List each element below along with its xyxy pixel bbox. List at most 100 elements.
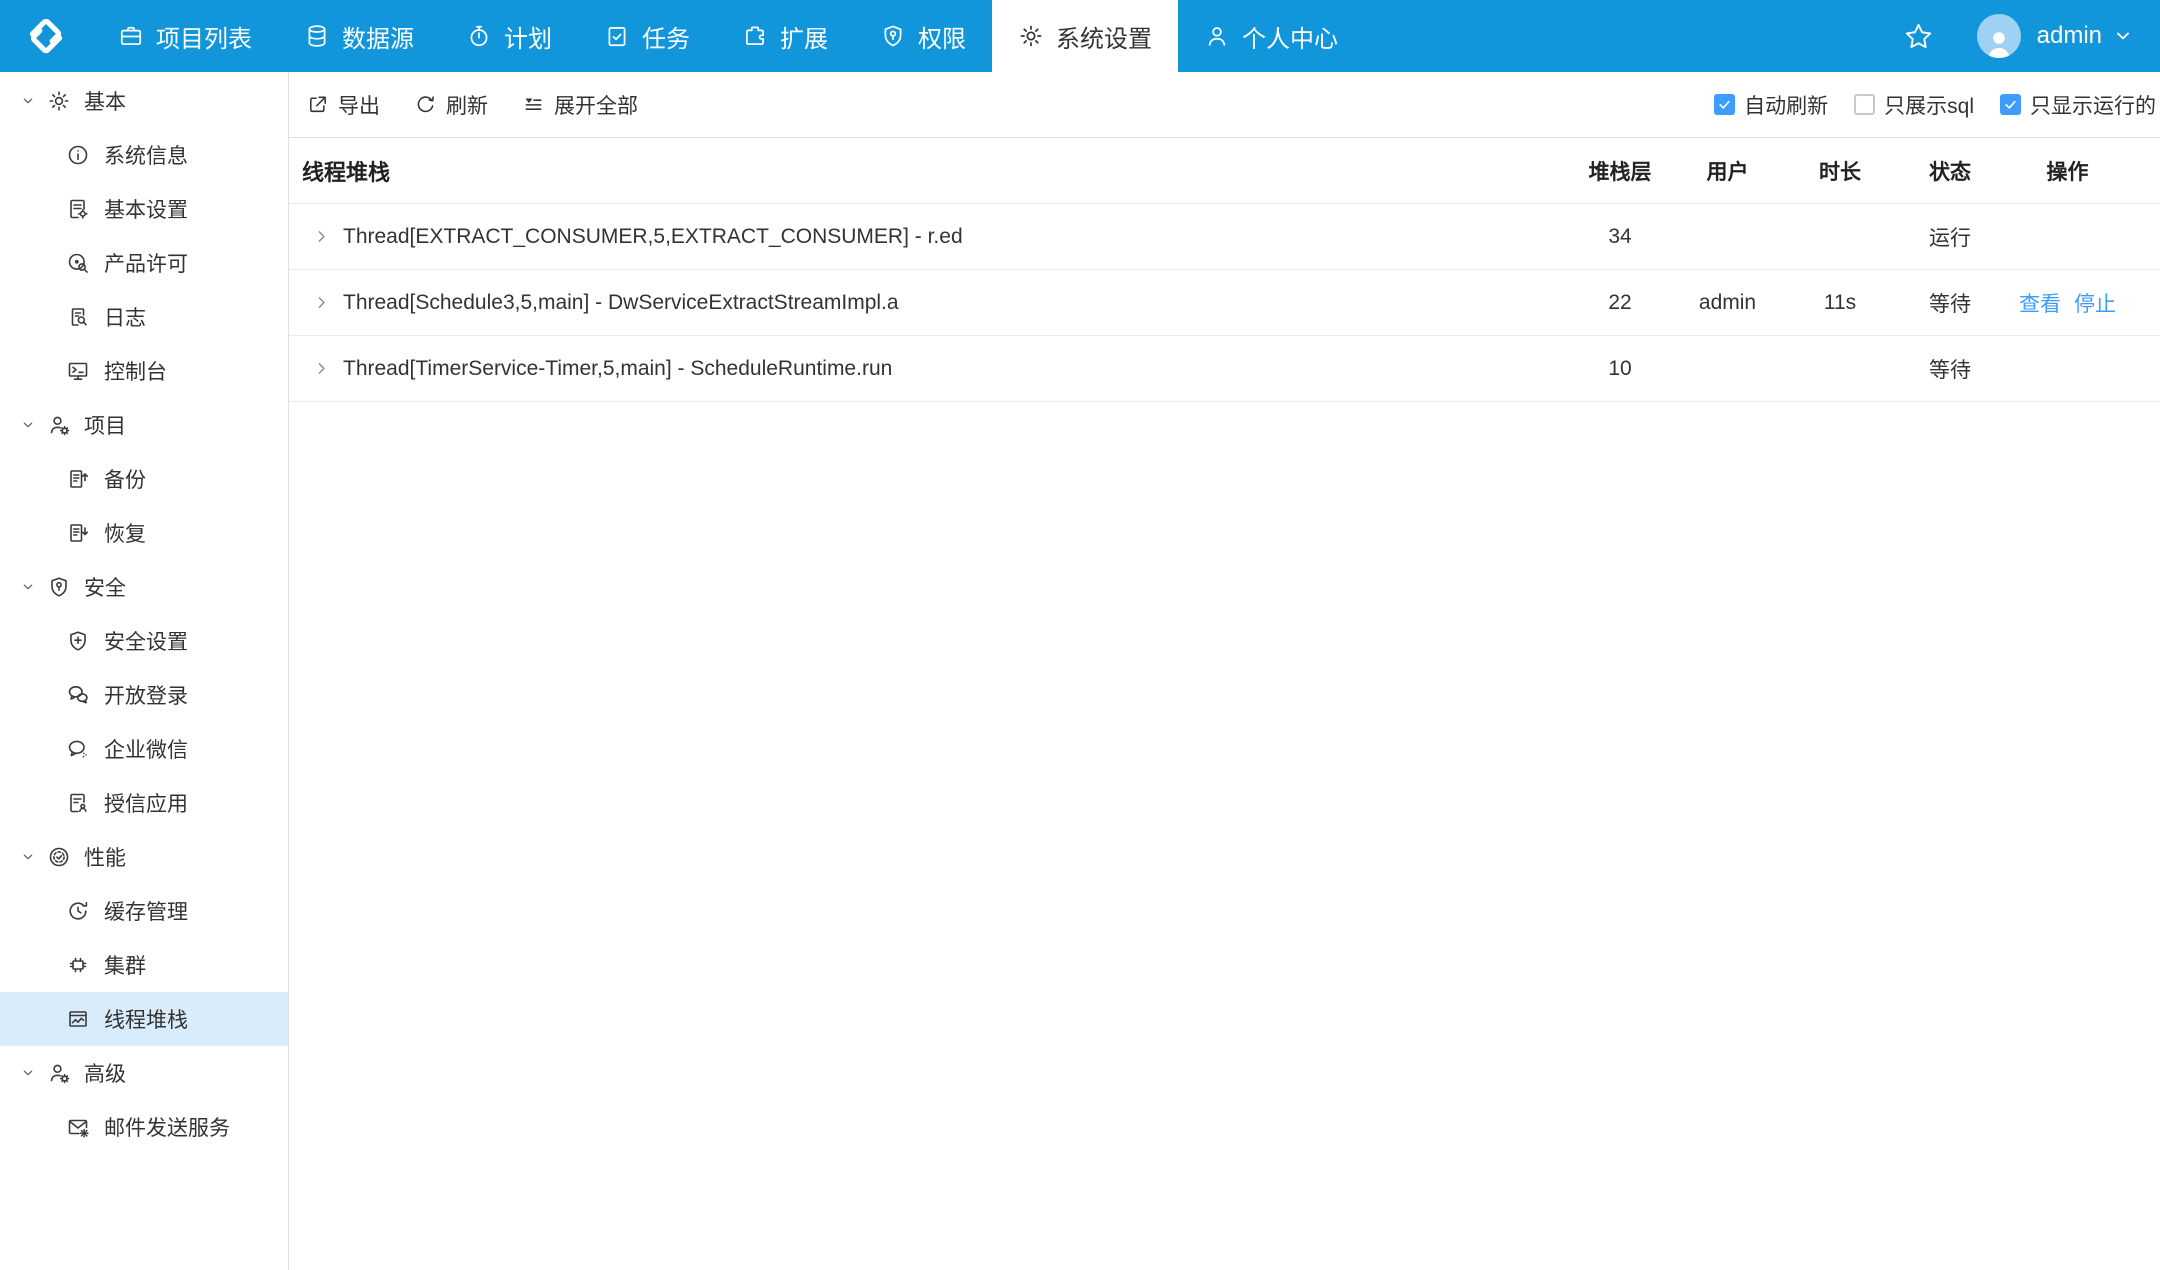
gauge-icon <box>47 845 71 869</box>
clipboard-check-icon <box>604 23 630 49</box>
top-navbar: 项目列表 数据源 计划 任务 扩展 权限 系统设置 个人中心 admin <box>0 0 2160 72</box>
expand-all-icon <box>522 93 545 116</box>
thread-name: Thread[TimerService-Timer,5,main] - Sche… <box>343 356 893 380</box>
chevron-right-icon <box>313 360 330 377</box>
refresh-button-label: 刷新 <box>446 94 488 118</box>
sidebar-item-thread-stack[interactable]: 线程堆栈 <box>0 992 288 1046</box>
sidebar-section-performance[interactable]: 性能 <box>0 830 288 884</box>
sidebar-item-wecom[interactable]: 企业微信 <box>0 722 288 776</box>
expand-all-button[interactable]: 展开全部 <box>522 90 638 120</box>
nav-tab-system-settings[interactable]: 系统设置 <box>992 0 1178 72</box>
table-row: Thread[TimerService-Timer,5,main] - Sche… <box>289 336 2160 402</box>
brand-logo-icon <box>29 18 63 54</box>
only-running-checkbox-label: 只显示运行的 <box>2030 94 2156 118</box>
nav-tab-data-source[interactable]: 数据源 <box>278 0 440 72</box>
sidebar-item-system-info[interactable]: 系统信息 <box>0 128 288 182</box>
row-action-view[interactable]: 查看 <box>2019 288 2061 318</box>
cell-depth: 22 <box>1608 290 1632 314</box>
doc-search-icon <box>66 305 90 329</box>
sidebar-section-label: 高级 <box>84 1063 126 1086</box>
nav-tab-personal-center[interactable]: 个人中心 <box>1178 0 1364 72</box>
sidebar-section-advanced[interactable]: 高级 <box>0 1046 288 1100</box>
export-button[interactable]: 导出 <box>306 90 380 120</box>
user-menu-chevron-down-icon[interactable] <box>2112 25 2134 47</box>
shield-key-icon <box>880 23 906 49</box>
chat-two-icon <box>66 683 90 707</box>
refresh-icon <box>414 93 437 116</box>
avatar-person-icon <box>1984 28 2014 58</box>
app-logo[interactable] <box>0 0 92 72</box>
nav-tab-extension[interactable]: 扩展 <box>716 0 854 72</box>
only-sql-checkbox-group[interactable]: 只展示sql <box>1854 90 1974 120</box>
puzzle-icon <box>742 23 768 49</box>
clock-refresh-icon <box>66 899 90 923</box>
cell-status: 运行 <box>1929 226 1971 250</box>
sidebar-item-product-license[interactable]: 产品许可 <box>0 236 288 290</box>
nav-tab-task[interactable]: 任务 <box>578 0 716 72</box>
person-gear-icon <box>47 1061 71 1085</box>
auto-refresh-checkbox-label: 自动刷新 <box>1744 94 1829 118</box>
cell-actions: 查看 停止 <box>2000 288 2135 318</box>
table-body: Thread[EXTRACT_CONSUMER,5,EXTRACT_CONSUM… <box>289 204 2160 402</box>
nav-tab-permission[interactable]: 权限 <box>854 0 992 72</box>
thread-stack-icon <box>66 1007 90 1031</box>
cell-thread[interactable]: Thread[TimerService-Timer,5,main] - Sche… <box>289 357 1565 381</box>
sidebar-item-label: 授信应用 <box>104 793 188 816</box>
sidebar-section-security[interactable]: 安全 <box>0 560 288 614</box>
nav-tab-label: 项目列表 <box>156 25 252 53</box>
person-icon <box>1204 23 1230 49</box>
sidebar-item-cache-management[interactable]: 缓存管理 <box>0 884 288 938</box>
sidebar-item-cluster[interactable]: 集群 <box>0 938 288 992</box>
mail-gear-icon <box>66 1115 90 1139</box>
refresh-button[interactable]: 刷新 <box>414 90 488 120</box>
sidebar-item-basic-settings[interactable]: 基本设置 <box>0 182 288 236</box>
user-name[interactable]: admin <box>2037 22 2102 50</box>
cell-thread[interactable]: Thread[Schedule3,5,main] - DwServiceExtr… <box>289 291 1565 315</box>
auto-refresh-checkbox-group[interactable]: 自动刷新 <box>1714 90 1828 120</box>
nav-tab-schedule[interactable]: 计划 <box>440 0 578 72</box>
sidebar-item-trusted-apps[interactable]: 授信应用 <box>0 776 288 830</box>
only-running-checkbox[interactable] <box>2000 94 2021 115</box>
thread-name: Thread[Schedule3,5,main] - DwServiceExtr… <box>343 290 899 314</box>
favorite-star-icon[interactable] <box>1902 20 1935 53</box>
table-row: Thread[Schedule3,5,main] - DwServiceExtr… <box>289 270 2160 336</box>
sidebar-item-label: 恢复 <box>104 523 146 546</box>
sidebar-item-label: 集群 <box>104 955 146 978</box>
sidebar-item-label: 基本设置 <box>104 199 188 222</box>
nav-right: admin <box>1902 0 2160 72</box>
stopwatch-icon <box>466 23 492 49</box>
thread-stack-page: { "colors": { "navbar_blue": "#1296db", … <box>0 0 2160 1270</box>
sidebar-section-project[interactable]: 项目 <box>0 398 288 452</box>
only-running-checkbox-group[interactable]: 只显示运行的 <box>2000 90 2156 120</box>
cell-thread[interactable]: Thread[EXTRACT_CONSUMER,5,EXTRACT_CONSUM… <box>289 225 1565 249</box>
nav-tab-label: 权限 <box>918 25 966 53</box>
gear-icon <box>1018 23 1044 49</box>
thread-name: Thread[EXTRACT_CONSUMER,5,EXTRACT_CONSUM… <box>343 224 963 248</box>
sidebar-item-backup[interactable]: 备份 <box>0 452 288 506</box>
sidebar-item-logs[interactable]: 日志 <box>0 290 288 344</box>
nav-tab-project-list[interactable]: 项目列表 <box>92 0 278 72</box>
col-header-depth: 堆栈层 <box>1588 160 1652 184</box>
chevron-down-icon <box>20 93 36 109</box>
sidebar-item-open-login[interactable]: 开放登录 <box>0 668 288 722</box>
sidebar-section-label: 基本 <box>84 91 126 114</box>
shield-plus-icon <box>66 629 90 653</box>
cell-duration: 11s <box>1823 290 1857 314</box>
doc-arrow-up-icon <box>66 467 90 491</box>
doc-arrow-down-icon <box>66 521 90 545</box>
main-content: 导出 刷新 展开全部 自动刷新 只展示sql 只显示运行的 线程堆栈 堆栈层 用… <box>289 72 2160 1270</box>
row-action-stop[interactable]: 停止 <box>2074 288 2116 318</box>
sidebar-item-label: 企业微信 <box>104 739 188 762</box>
sidebar-item-restore[interactable]: 恢复 <box>0 506 288 560</box>
sidebar-section-label: 安全 <box>84 577 126 600</box>
sidebar-item-console[interactable]: 控制台 <box>0 344 288 398</box>
auto-refresh-checkbox[interactable] <box>1714 94 1736 115</box>
only-sql-checkbox[interactable] <box>1854 94 1876 115</box>
chevron-right-icon <box>313 228 330 245</box>
sidebar-section-basic[interactable]: 基本 <box>0 74 288 128</box>
sidebar-item-security-settings[interactable]: 安全设置 <box>0 614 288 668</box>
nav-tab-label: 任务 <box>642 25 690 53</box>
avatar[interactable] <box>1976 14 2021 58</box>
sidebar-item-label: 安全设置 <box>104 631 188 654</box>
sidebar-item-mail-service[interactable]: 邮件发送服务 <box>0 1100 288 1154</box>
